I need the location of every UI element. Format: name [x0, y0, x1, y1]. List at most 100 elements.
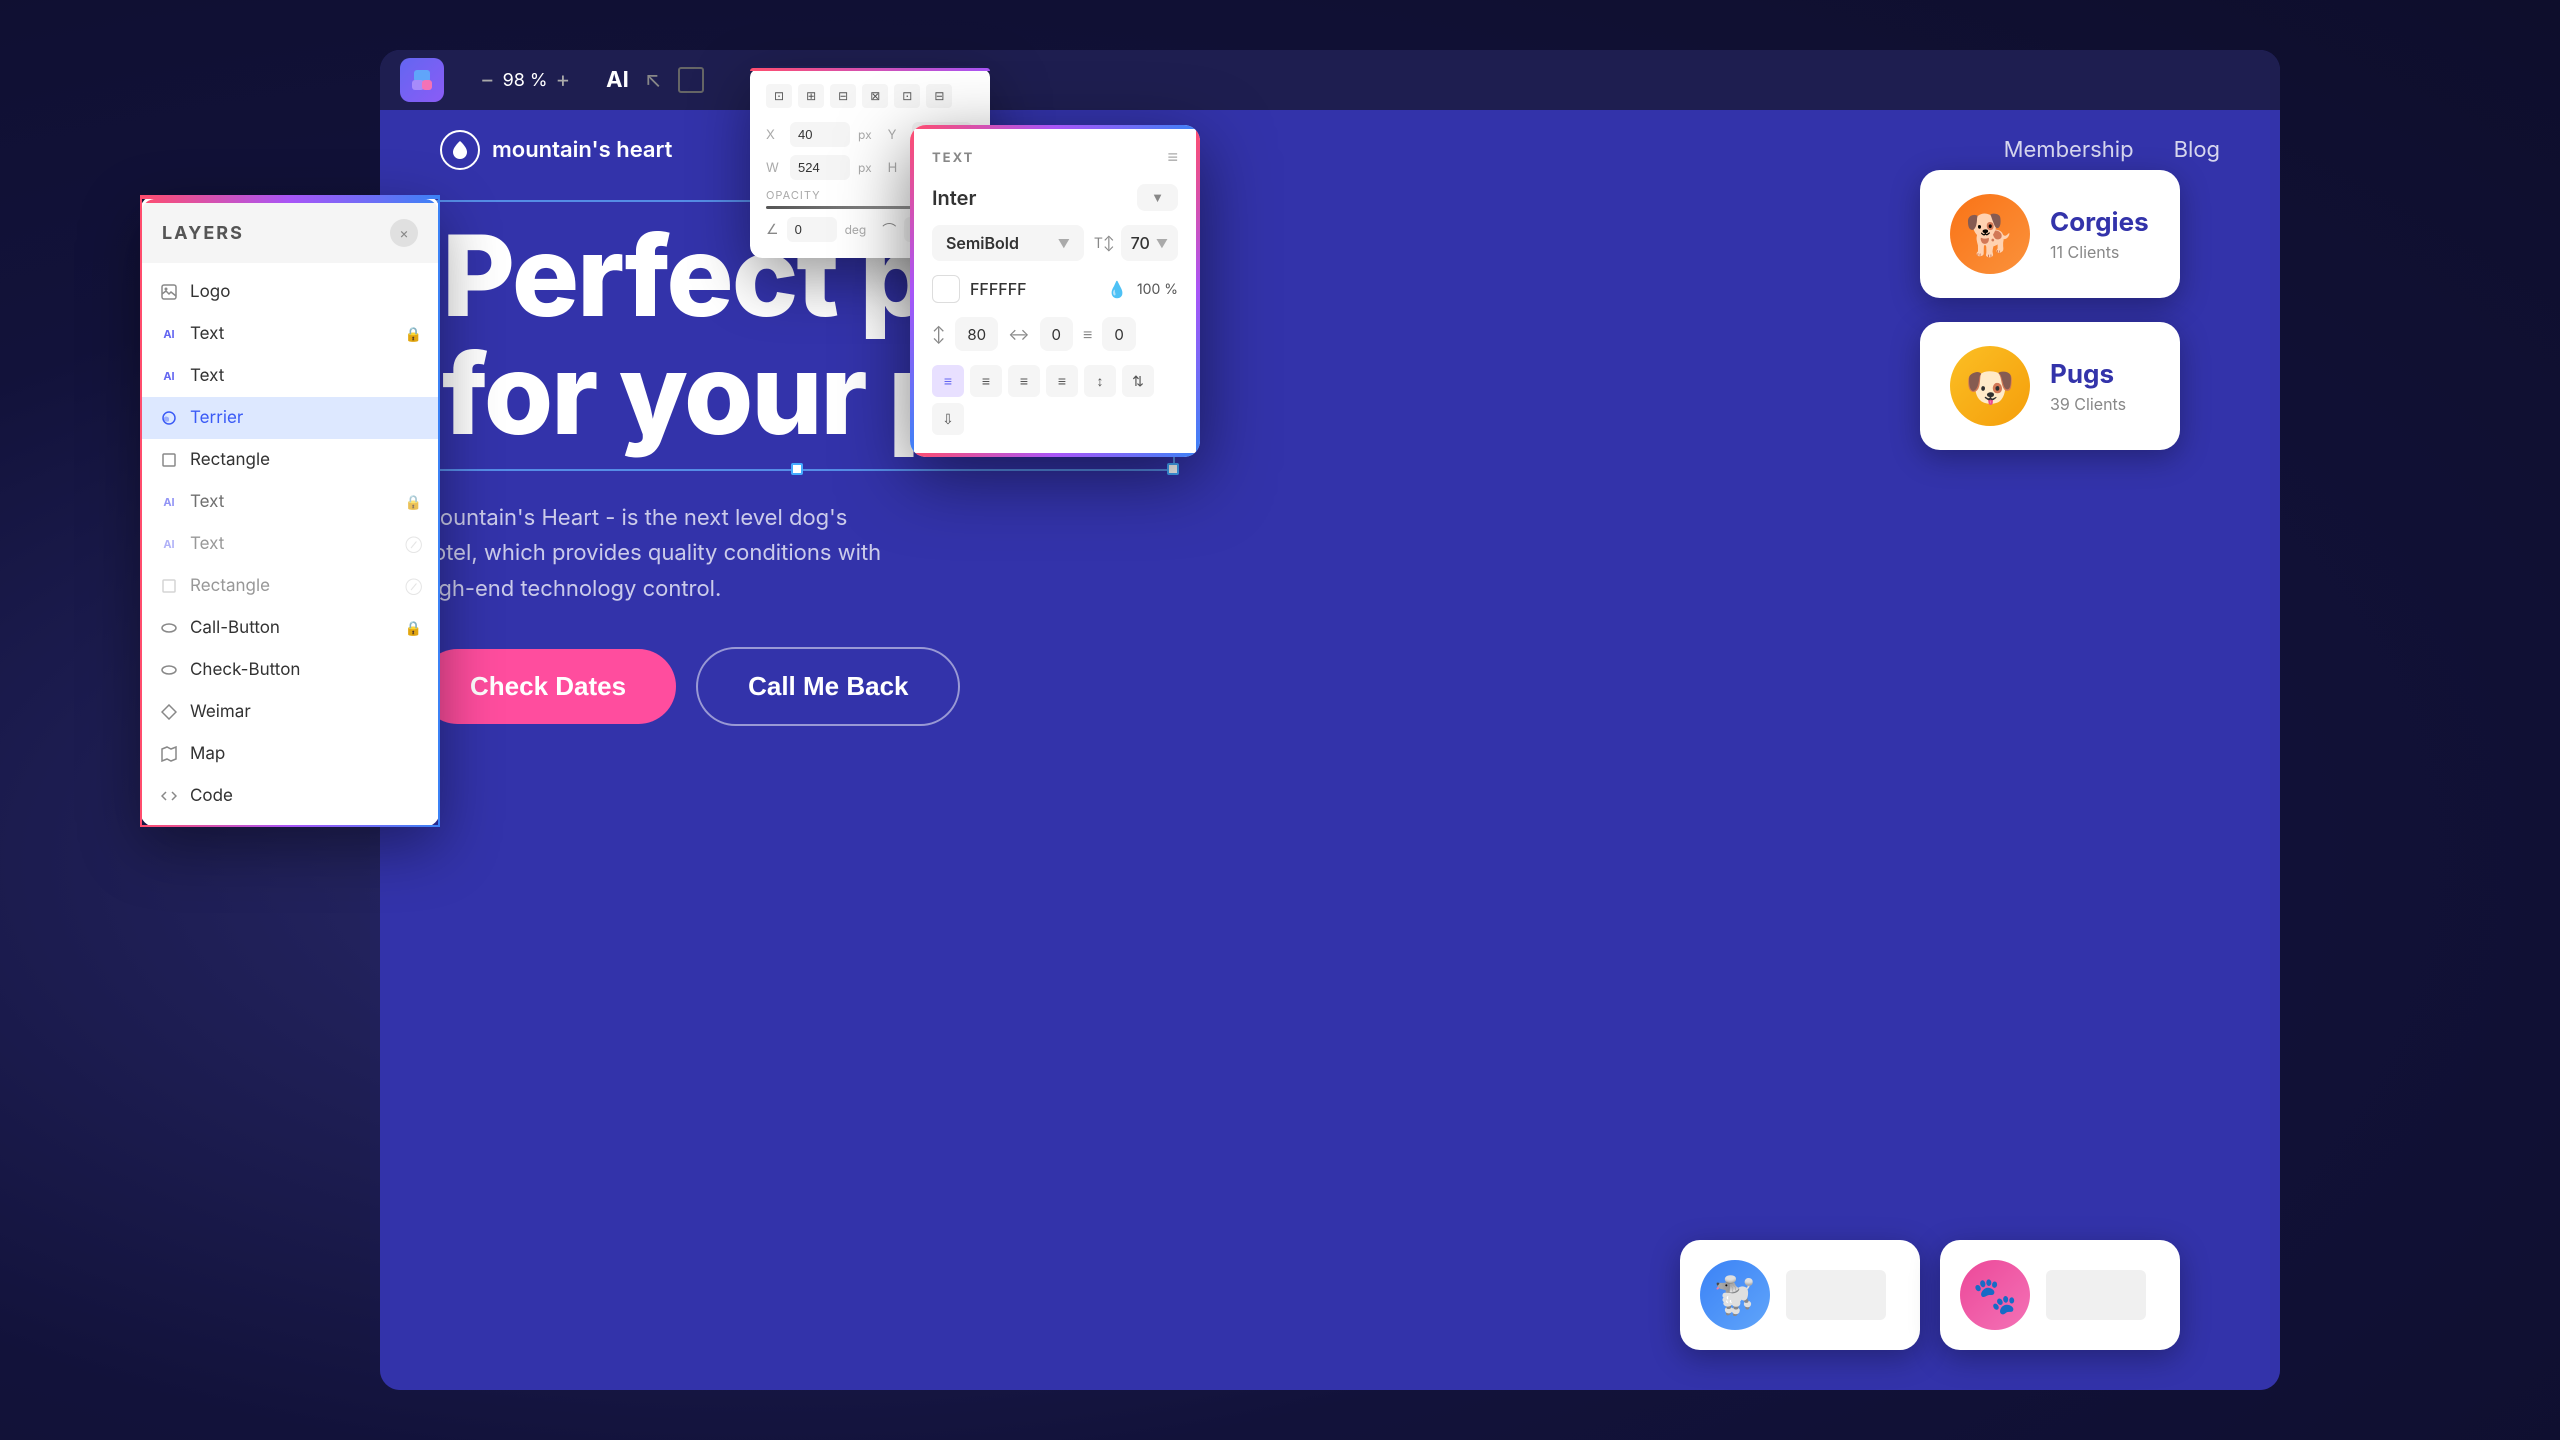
- hidden-icon-rect2: ⊘: [405, 579, 422, 594]
- hero-subtitle: Mountain's Heart - is the next level dog…: [420, 501, 900, 607]
- layer-item-text2[interactable]: AI Text: [142, 355, 438, 397]
- rect-icon-2: [158, 575, 180, 597]
- align-right-text-btn[interactable]: ≡: [1008, 365, 1040, 397]
- align-justify-text-btn[interactable]: ≡: [1046, 365, 1078, 397]
- h-label: H: [888, 160, 904, 176]
- layer-rect1-name: Rectangle: [190, 450, 422, 470]
- puppy-avatar: 🐾: [1960, 1260, 2030, 1330]
- oval-icon-call: [158, 617, 180, 639]
- layers-close-btn[interactable]: ×: [390, 219, 418, 247]
- layer-item-map[interactable]: Map: [142, 733, 438, 775]
- align-left-text-btn[interactable]: ≡: [932, 365, 964, 397]
- zoom-minus-btn[interactable]: −: [480, 67, 495, 93]
- layer-item-code[interactable]: Code: [142, 775, 438, 817]
- layer-item-rect1[interactable]: Rectangle: [142, 439, 438, 481]
- check-dates-button[interactable]: Check Dates: [420, 649, 676, 724]
- letter-spacing-value: 0: [1052, 325, 1061, 344]
- angle-input[interactable]: [787, 217, 837, 242]
- nav-link-blog[interactable]: Blog: [2174, 137, 2220, 163]
- text-panel-header: TEXT ≡: [932, 147, 1178, 168]
- layer-text3-name: Text: [190, 492, 395, 512]
- layer-map-name: Map: [190, 744, 422, 764]
- layers-list: Logo AI Text 🔒 AI Text Terrier Rectangle: [142, 263, 438, 825]
- size-down-icon: ▼: [1156, 236, 1168, 251]
- layer-item-rect2[interactable]: Rectangle ⊘: [142, 565, 438, 607]
- spacing-row: ↕ 80 ↔ 0 ≡ 0: [932, 317, 1178, 351]
- image-icon: [158, 281, 180, 303]
- corgi-info: Corgies 11 Clients: [2050, 207, 2149, 262]
- align-center-text-btn[interactable]: ≡: [970, 365, 1002, 397]
- layers-title: LAYERS: [162, 223, 244, 244]
- text-valign-bottom-btn[interactable]: ⇩: [932, 403, 964, 435]
- color-swatch[interactable]: [932, 275, 960, 303]
- angle-icon: ∠: [766, 221, 779, 238]
- layer-call-btn-name: Call-Button: [190, 618, 395, 638]
- text-panel-menu-icon: ≡: [1167, 147, 1178, 168]
- text-valign-top-btn[interactable]: ⇅: [1122, 365, 1154, 397]
- layer-code-name: Code: [190, 786, 422, 806]
- pugs-card: 🐶 Pugs 39 Clients: [1920, 322, 2180, 450]
- layer-item-check-btn[interactable]: Check-Button: [142, 649, 438, 691]
- font-size-icon: T↕: [1094, 235, 1115, 252]
- pugs-avatar: 🐶: [1950, 346, 2030, 426]
- layers-panel: LAYERS × Logo AI Text 🔒 AI Text Terrier: [140, 195, 440, 827]
- layer-item-logo[interactable]: Logo: [142, 271, 438, 313]
- font-size-field[interactable]: 70 ▼: [1121, 225, 1178, 261]
- text-panel-bottom-border: [910, 453, 1200, 457]
- shape-icon-terrier: [158, 407, 180, 429]
- bottom-dog-cards: 🐩 🐾: [1680, 1240, 2180, 1350]
- app-logo: [400, 58, 444, 102]
- align-center-btn[interactable]: ⊞: [798, 84, 824, 108]
- w-unit: px: [858, 160, 872, 175]
- font-style-selector[interactable]: SemiBold ▼: [932, 225, 1084, 261]
- dist-v-btn[interactable]: ⊡: [894, 84, 920, 108]
- text-panel-top-border: [910, 125, 1200, 129]
- align-right-btn[interactable]: ⊟: [830, 84, 856, 108]
- text-direction-btn[interactable]: ↕: [1084, 365, 1116, 397]
- layer-item-text3[interactable]: AI Text 🔒: [142, 481, 438, 523]
- dog-cards-area: 🐕 Corgies 11 Clients 🐶 Pugs 39 Clients: [1920, 170, 2180, 450]
- x-input[interactable]: [790, 122, 850, 147]
- dist-h-btn[interactable]: ⊠: [862, 84, 888, 108]
- layer-item-terrier[interactable]: Terrier: [142, 397, 438, 439]
- pugs-clients: 39 Clients: [2050, 394, 2126, 414]
- component-icon-weimar: [158, 701, 180, 723]
- font-dropdown-btn[interactable]: ▼: [1137, 184, 1178, 211]
- ai-tool-btn[interactable]: AI: [606, 67, 629, 93]
- rect-tool-btn[interactable]: [678, 67, 704, 93]
- text-panel-left-border: [910, 125, 914, 457]
- puppy-card: 🐾: [1940, 1240, 2180, 1350]
- paragraph-spacing-field[interactable]: 0: [1102, 317, 1135, 351]
- x-label: X: [766, 127, 782, 143]
- w-input[interactable]: [790, 155, 850, 180]
- layers-header: LAYERS ×: [142, 203, 438, 263]
- layer-item-text4[interactable]: AI Text ⊘: [142, 523, 438, 565]
- text-panel-right-border: [1196, 125, 1200, 457]
- nav-logo-icon: [440, 130, 480, 170]
- layer-item-text1[interactable]: AI Text 🔒: [142, 313, 438, 355]
- nav-link-membership[interactable]: Membership: [2004, 137, 2134, 163]
- zoom-controls: − 98 % +: [480, 67, 570, 93]
- code-icon: [158, 785, 180, 807]
- layer-item-call-btn[interactable]: Call-Button 🔒: [142, 607, 438, 649]
- layer-item-weimar[interactable]: Weimar: [142, 691, 438, 733]
- corner-icon: ⌒: [882, 220, 896, 240]
- letter-spacing-icon: ↔: [1008, 324, 1029, 344]
- grid-btn[interactable]: ⊟: [926, 84, 952, 108]
- zoom-plus-btn[interactable]: +: [556, 67, 571, 93]
- handle-br[interactable]: [1167, 463, 1179, 475]
- lab-avatar: 🐩: [1700, 1260, 1770, 1330]
- paragraph-spacing-value: 0: [1114, 325, 1123, 344]
- cursor-tool-btn[interactable]: ↖: [645, 67, 662, 93]
- handle-bc[interactable]: [791, 463, 803, 475]
- hero-buttons: Check Dates Call Me Back: [420, 647, 1175, 726]
- letter-spacing-field[interactable]: 0: [1040, 317, 1073, 351]
- toolbar: AI ↖: [606, 67, 704, 93]
- line-height-field[interactable]: 80: [955, 317, 998, 351]
- rect-icon-1: [158, 449, 180, 471]
- line-height-icon: ↕: [932, 324, 945, 344]
- main-canvas: − 98 % + AI ↖ mountain's heart Membersh: [380, 50, 2280, 1390]
- align-left-btn[interactable]: ⊡: [766, 84, 792, 108]
- call-me-back-button[interactable]: Call Me Back: [696, 647, 960, 726]
- text-panel-title: TEXT: [932, 150, 974, 166]
